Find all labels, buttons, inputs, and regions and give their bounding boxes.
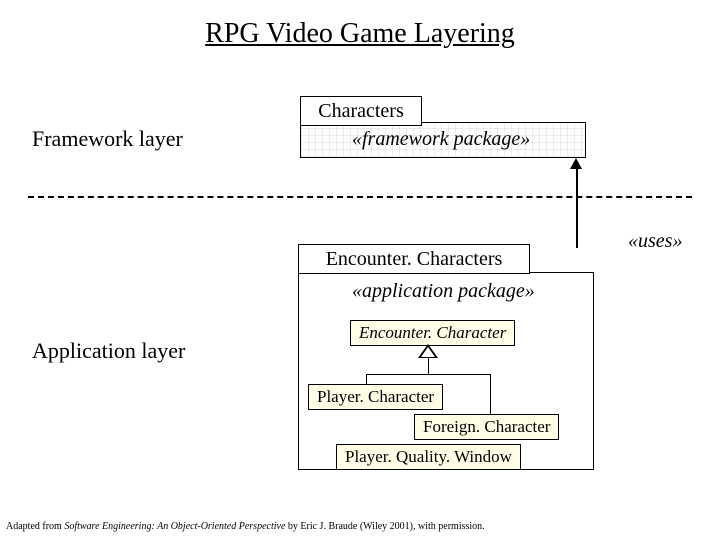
application-stereotype: «application package»: [352, 280, 535, 303]
citation: Adapted from Software Engineering: An Ob…: [6, 521, 485, 532]
layer-separator: [28, 196, 692, 198]
generalization-stem: [428, 358, 429, 374]
class-foreign-character: Foreign. Character: [414, 414, 559, 440]
citation-prefix: Adapted from: [6, 521, 64, 532]
application-layer-label: Application layer: [32, 338, 185, 364]
framework-package-tab: Characters: [300, 96, 422, 126]
uses-arrow-stem: [576, 168, 578, 248]
class-player-quality-window: Player. Quality. Window: [336, 444, 521, 470]
generalization-bar: [366, 374, 490, 375]
generalization-triangle-icon: [418, 344, 438, 358]
generalization-drop-left: [366, 374, 367, 384]
application-package-tab: Encounter. Characters: [298, 244, 530, 274]
citation-book: Software Engineering: An Object-Oriented…: [64, 521, 285, 532]
class-player-character: Player. Character: [308, 384, 443, 410]
diagram-title: RPG Video Game Layering: [0, 18, 720, 50]
class-encounter-character: Encounter. Character: [350, 320, 515, 346]
citation-suffix: by Eric J. Braude (Wiley 2001), with per…: [285, 521, 484, 532]
generalization-drop-right: [490, 374, 491, 414]
uses-label: «uses»: [628, 230, 682, 253]
framework-layer-label: Framework layer: [32, 126, 183, 152]
framework-stereotype: «framework package»: [352, 128, 530, 151]
uses-arrow-head: [570, 158, 582, 169]
